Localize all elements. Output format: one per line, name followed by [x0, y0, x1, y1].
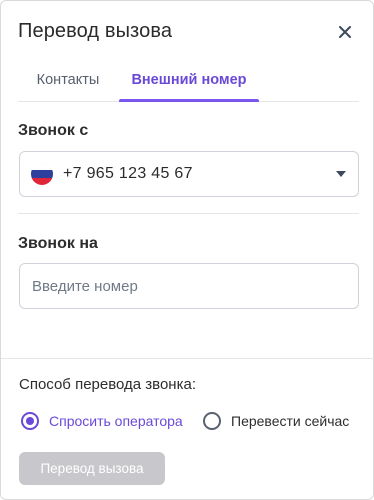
radio-transfer-now[interactable]: Перевести сейчас — [203, 412, 349, 430]
transfer-call-button[interactable]: Перевод вызова — [19, 452, 165, 485]
active-tab-indicator — [119, 99, 259, 102]
call-to-label: Звонок на — [18, 235, 98, 252]
radio-transfer-now-label: Перевести сейчас — [231, 413, 350, 429]
phone-number-input[interactable] — [19, 263, 359, 309]
tab-bar: Контакты Внешний номер — [18, 59, 359, 102]
transfer-method-label: Способ перевода звонка: — [19, 376, 196, 393]
tab-contacts[interactable]: Контакты — [18, 59, 118, 101]
selected-phone-number: +7 965 123 45 67 — [63, 165, 193, 182]
russia-flag-icon — [31, 163, 53, 185]
dialog-title: Перевод вызова — [18, 20, 173, 42]
radio-ask-operator-label: Спросить оператора — [49, 413, 183, 429]
chevron-down-icon — [336, 171, 346, 177]
radio-ask-operator[interactable]: Спросить оператора — [21, 412, 183, 430]
call-from-label: Звонок с — [18, 122, 89, 139]
close-icon — [339, 26, 351, 38]
close-button[interactable] — [331, 18, 359, 46]
tab-external-number-label: Внешний номер — [131, 72, 247, 88]
radio-checked-icon — [21, 412, 39, 430]
divider — [18, 213, 359, 214]
section-divider — [1, 358, 374, 359]
tab-external-number[interactable]: Внешний номер — [119, 59, 259, 102]
call-from-select[interactable]: +7 965 123 45 67 — [19, 151, 359, 197]
transfer-call-dialog: Перевод вызова Контакты Внешний номер Зв… — [0, 0, 374, 500]
radio-unchecked-icon — [203, 412, 221, 430]
